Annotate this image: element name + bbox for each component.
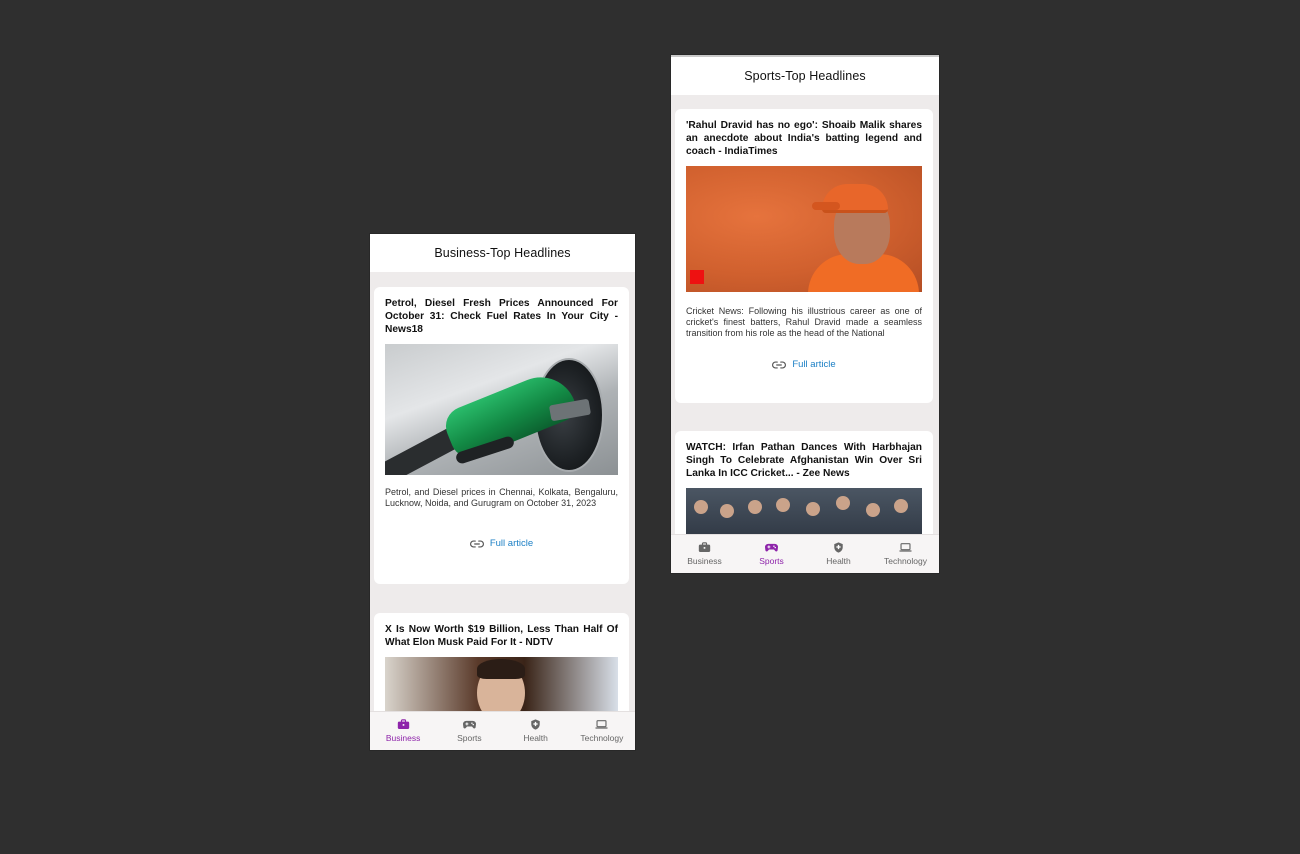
gamepad-icon	[462, 720, 476, 729]
article-description: Petrol, and Diesel prices in Chennai, Ko…	[385, 487, 618, 508]
nav-label: Health	[826, 556, 851, 566]
business-screen: Business-Top Headlines Petrol, Diesel Fr…	[370, 234, 635, 750]
sports-screen: Sports-Top Headlines 'Rahul Dravid has n…	[671, 55, 939, 573]
article-title: X Is Now Worth $19 Billion, Less Than Ha…	[385, 624, 618, 648]
full-article-label: Full article	[792, 359, 836, 370]
laptop-icon	[899, 543, 912, 552]
nav-label: Technology	[580, 733, 624, 743]
nav-label: Business	[687, 556, 722, 566]
publisher-logo	[690, 270, 704, 284]
article-image	[385, 344, 618, 475]
bottom-navigation: Business Sports Health Technology	[671, 534, 939, 573]
health-shield-icon	[834, 542, 843, 553]
article-description: Cricket News: Following his illustrious …	[686, 306, 922, 338]
health-shield-icon	[531, 719, 540, 730]
article-image	[686, 488, 922, 535]
gamepad-icon	[765, 543, 778, 552]
article-card[interactable]: WATCH: Irfan Pathan Dances With Harbhaja…	[675, 431, 933, 535]
article-title: Petrol, Diesel Fresh Prices Announced Fo…	[385, 298, 618, 335]
link-icon	[469, 539, 484, 547]
nav-item-health[interactable]: Health	[805, 535, 872, 573]
app-bar: Sports-Top Headlines	[671, 57, 939, 95]
briefcase-icon	[698, 542, 711, 552]
laptop-icon	[595, 720, 608, 729]
full-article-link[interactable]: Full article	[385, 538, 618, 549]
nav-item-technology[interactable]: Technology	[569, 712, 635, 750]
article-image	[385, 657, 618, 712]
headline-feed[interactable]: 'Rahul Dravid has no ego': Shoaib Malik …	[671, 95, 939, 535]
nav-item-sports[interactable]: Sports	[738, 535, 805, 573]
page-title: Sports-Top Headlines	[744, 69, 866, 83]
article-title: 'Rahul Dravid has no ego': Shoaib Malik …	[686, 120, 922, 157]
nav-item-business[interactable]: Business	[370, 712, 436, 750]
article-card[interactable]: Petrol, Diesel Fresh Prices Announced Fo…	[374, 287, 629, 584]
app-bar: Business-Top Headlines	[370, 234, 635, 272]
nav-label: Health	[523, 733, 548, 743]
nav-label: Business	[385, 733, 421, 743]
nav-label: Sports	[759, 556, 784, 566]
nav-label: Sports	[457, 733, 482, 743]
article-card[interactable]: 'Rahul Dravid has no ego': Shoaib Malik …	[675, 109, 933, 403]
nav-item-health[interactable]: Health	[503, 712, 569, 750]
link-icon	[772, 361, 787, 368]
page-title: Business-Top Headlines	[434, 246, 571, 260]
briefcase-icon	[397, 719, 409, 729]
bottom-navigation: Business Sports Health Technology	[370, 711, 635, 750]
article-image	[686, 166, 922, 292]
nav-item-technology[interactable]: Technology	[872, 535, 939, 573]
article-title: WATCH: Irfan Pathan Dances With Harbhaja…	[686, 442, 922, 479]
article-card[interactable]: X Is Now Worth $19 Billion, Less Than Ha…	[374, 613, 629, 712]
nav-label: Technology	[883, 556, 927, 566]
full-article-link[interactable]: Full article	[686, 359, 922, 370]
headline-feed[interactable]: Petrol, Diesel Fresh Prices Announced Fo…	[370, 272, 635, 712]
full-article-label: Full article	[489, 538, 534, 549]
nav-item-sports[interactable]: Sports	[436, 712, 502, 750]
nav-item-business[interactable]: Business	[671, 535, 738, 573]
